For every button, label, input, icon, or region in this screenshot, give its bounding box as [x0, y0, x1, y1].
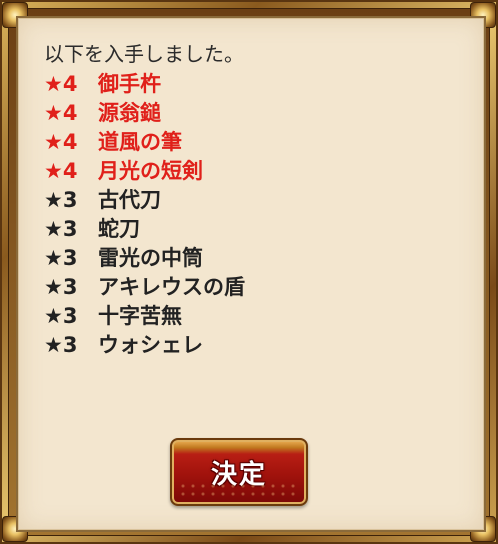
- item-name: 源翁鎚: [98, 101, 161, 125]
- rarity-label: ★4: [44, 130, 78, 154]
- reward-item: ★3 雷光の中筒: [44, 244, 245, 273]
- item-name: 古代刀: [98, 188, 161, 212]
- item-name: アキレウスの盾: [98, 275, 245, 299]
- item-name: 雷光の中筒: [98, 246, 203, 270]
- rarity-label: ★4: [44, 159, 78, 183]
- confirm-button[interactable]: 決定: [170, 438, 308, 506]
- rarity-label: ★4: [44, 101, 78, 125]
- dialog-frame: 以下を入手しました。 ★4 御手杵 ★4 源翁鎚 ★4 道風の筆 ★4 月光の短剣 ★3…: [0, 0, 498, 544]
- reward-item: ★4 源翁鎚: [44, 99, 245, 128]
- reward-list: 以下を入手しました。 ★4 御手杵 ★4 源翁鎚 ★4 道風の筆 ★4 月光の短剣 ★3…: [44, 40, 245, 360]
- reward-item: ★3 ウォシェレ: [44, 331, 245, 360]
- reward-item: ★4 道風の筆: [44, 128, 245, 157]
- item-name: ウォシェレ: [98, 333, 203, 357]
- rarity-label: ★3: [44, 246, 78, 270]
- reward-item: ★3 古代刀: [44, 186, 245, 215]
- dialog-header: 以下を入手しました。: [44, 42, 244, 66]
- rarity-label: ★3: [44, 217, 78, 241]
- item-name: 月光の短剣: [98, 159, 203, 183]
- item-name: 道風の筆: [98, 130, 182, 154]
- rarity-label: ★3: [44, 333, 78, 357]
- rarity-label: ★3: [44, 304, 78, 328]
- reward-item: ★3 十字苦無: [44, 302, 245, 331]
- item-name: 蛇刀: [98, 217, 140, 241]
- reward-item: ★3 蛇刀: [44, 215, 245, 244]
- item-name: 御手杵: [98, 72, 161, 96]
- rarity-label: ★3: [44, 275, 78, 299]
- reward-item: ★4 月光の短剣: [44, 157, 245, 186]
- rarity-label: ★3: [44, 188, 78, 212]
- item-name: 十字苦無: [98, 304, 182, 328]
- reward-item: ★3 アキレウスの盾: [44, 273, 245, 302]
- reward-item: ★4 御手杵: [44, 70, 245, 99]
- confirm-button-label: 決定: [210, 459, 267, 490]
- rarity-label: ★4: [44, 72, 78, 96]
